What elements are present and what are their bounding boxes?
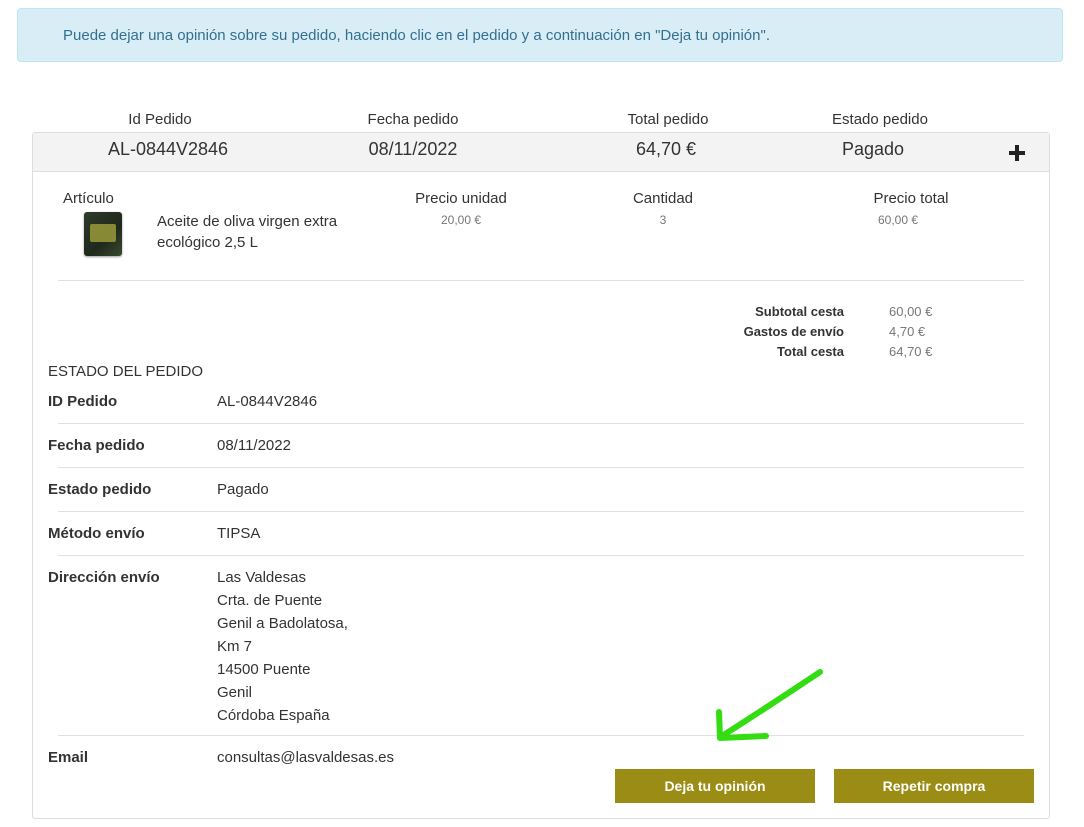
product-total: 60,00 € [877,213,919,227]
order-panel: AL-0844V2846 08/11/2022 64,70 € Pagado A… [32,132,1050,819]
status-label-shipping-method: Método envío [48,525,145,542]
divider [58,467,1024,468]
column-header-total: Total pedido [627,111,709,128]
items-header-quantity: Cantidad [632,190,694,207]
column-header-id: Id Pedido [128,111,192,128]
status-value-address: Las Valdesas Crta. de Puente Genil a Bad… [217,566,348,727]
status-label-email: Email [48,749,89,766]
status-label-id: ID Pedido [48,393,118,410]
divider [58,511,1024,512]
address-line: Crta. de Puente [217,592,323,609]
status-label-date: Fecha pedido [48,437,145,454]
divider [58,423,1024,424]
order-summary-row[interactable]: AL-0844V2846 08/11/2022 64,70 € Pagado [33,133,1049,172]
items-header-unit-price: Precio unidad [415,190,507,207]
column-header-status: Estado pedido [832,111,928,128]
cart-total-label: Total cesta [777,344,844,359]
status-value-email: consultas@lasvaldesas.es [217,749,394,766]
subtotal-label: Subtotal cesta [755,304,844,319]
subtotal-value: 60,00 € [889,304,933,319]
items-header-article: Artículo [63,190,114,207]
info-alert: Puede dejar una opinión sobre su pedido,… [17,8,1063,62]
leave-review-button[interactable]: Deja tu opinión [615,769,815,803]
status-label-address: Dirección envío [48,569,160,586]
divider [58,555,1024,556]
plus-icon[interactable] [1009,145,1025,161]
address-line: Km 7 [217,638,253,655]
cart-total-value: 64,70 € [889,344,933,359]
items-header-total: Precio total [873,190,949,207]
shipping-label: Gastos de envío [743,324,844,339]
order-total: 64,70 € [635,139,697,159]
address-line: Las Valdesas [217,569,306,586]
column-header-date: Fecha pedido [367,111,459,128]
status-value-state: Pagado [217,481,269,498]
address-line: 14500 Puente [217,661,311,678]
repeat-order-button[interactable]: Repetir compra [834,769,1034,803]
alert-text: Puede dejar una opinión sobre su pedido,… [63,27,770,44]
order-date: 08/11/2022 [368,139,458,159]
order-status: Pagado [841,139,905,159]
status-value-date: 08/11/2022 [217,437,291,454]
product-name: Aceite de oliva virgen extra ecológico 2… [157,213,338,251]
divider [58,735,1024,736]
shipping-value: 4,70 € [889,324,926,339]
status-value-id: AL-0844V2846 [217,393,318,410]
product-quantity: 3 [659,213,667,227]
status-label-state: Estado pedido [48,481,152,498]
address-line: Genil [217,684,253,701]
order-status-title: ESTADO DEL PEDIDO [48,363,204,380]
address-line: Córdoba España [217,707,330,724]
status-value-shipping-method: TIPSA [217,525,261,542]
product-unit-price: 20,00 € [440,213,482,227]
product-image [84,212,122,256]
address-line: Genil a Badolatosa, [217,615,348,632]
order-id: AL-0844V2846 [107,139,229,159]
divider [58,280,1024,281]
